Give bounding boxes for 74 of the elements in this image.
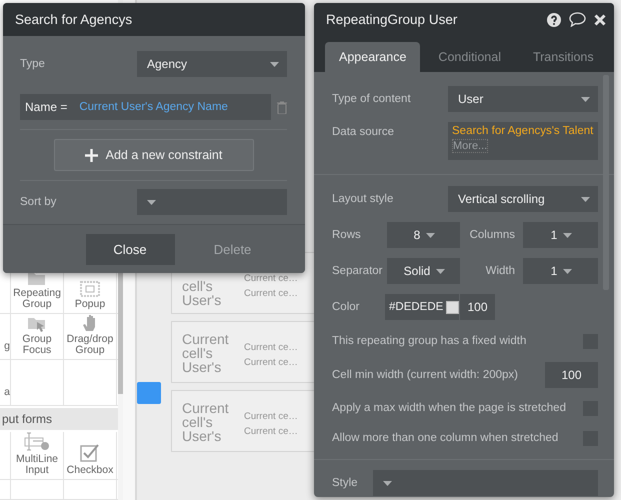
element-handle[interactable] xyxy=(137,382,161,404)
dialog-title: Search for Agencys xyxy=(15,12,134,27)
field-label: Cell min width (current width: 200px) xyxy=(332,369,518,381)
element-item[interactable]: Drag/drop Group xyxy=(64,314,116,356)
tab[interactable]: Appearance xyxy=(325,42,420,72)
caret-icon xyxy=(436,268,446,274)
color-swatch[interactable] xyxy=(446,300,459,314)
checkbox-label: Apply a max width when the page is stretched xyxy=(332,402,566,414)
field-label: Columns xyxy=(470,229,515,241)
element-item[interactable]: MultiLine Input xyxy=(11,432,63,476)
element-item[interactable]: Repeating Group xyxy=(11,270,63,310)
popup-icon xyxy=(80,280,100,297)
caret-icon xyxy=(581,96,590,102)
caret-icon xyxy=(563,268,572,274)
tab[interactable]: Transitions xyxy=(518,42,608,72)
checkbox-label: This repeating group has a fixed width xyxy=(332,335,526,347)
close-icon[interactable] xyxy=(594,14,606,26)
type-dropdown[interactable]: Agency xyxy=(137,51,287,77)
element-item[interactable]: Checkbox xyxy=(66,443,114,476)
cell-title: cell's User's xyxy=(182,277,222,310)
caret-icon xyxy=(270,62,279,66)
dropdown[interactable]: 1 xyxy=(523,222,598,248)
caret-icon xyxy=(581,196,590,202)
dropdown[interactable]: User xyxy=(448,86,598,112)
checkbox-label: Allow more than one column when stretched xyxy=(332,432,558,444)
element-label: a xyxy=(4,386,10,398)
cell-text: Current ce… xyxy=(244,342,298,353)
panel-title: RepeatingGroup User xyxy=(326,12,458,27)
field-label: Type xyxy=(20,58,45,70)
dropdown[interactable]: Vertical scrolling xyxy=(448,186,598,212)
hand-icon xyxy=(82,314,98,332)
field-label: Width xyxy=(486,265,515,277)
section-header[interactable]: put forms xyxy=(0,408,118,430)
opacity-field[interactable]: 100 xyxy=(460,294,495,320)
caret-icon xyxy=(383,480,392,486)
field-label: Sort by xyxy=(20,196,56,208)
element-item[interactable]: Group Focus xyxy=(11,316,63,356)
cell-text: Current ce… xyxy=(244,288,298,299)
element-item[interactable]: Popup xyxy=(74,280,106,310)
caret-icon xyxy=(426,232,436,238)
multiline-input-icon xyxy=(24,432,50,452)
comment-icon[interactable] xyxy=(569,12,586,27)
field-label: Color xyxy=(332,301,360,313)
cell-text: Current ce… xyxy=(244,357,298,368)
sort-dropdown[interactable] xyxy=(137,189,287,215)
field-label: Layout style xyxy=(332,193,394,205)
cell-text: Current ce… xyxy=(244,273,298,284)
folder-cursor-icon xyxy=(27,316,47,332)
caret-icon xyxy=(147,200,156,204)
color-field[interactable]: #DEDEDE xyxy=(385,294,459,320)
checkbox-icon xyxy=(80,443,100,464)
add-constraint-button[interactable]: Add a new constraint xyxy=(54,139,254,171)
dropdown[interactable] xyxy=(373,470,598,496)
cell-text: Current ce… xyxy=(244,411,298,422)
dropdown[interactable]: 1 xyxy=(523,258,598,284)
data-source-field[interactable]: Search for Agencys's Talent More... xyxy=(448,122,598,160)
help-icon[interactable] xyxy=(547,12,561,26)
constraint-field[interactable]: Name = Current User's Agency Name xyxy=(20,94,271,120)
field-label: Type of content xyxy=(332,93,411,105)
cell-text: Current ce… xyxy=(244,426,298,437)
element-label: g xyxy=(4,340,10,352)
dropdown[interactable]: 8 xyxy=(387,222,460,248)
field-label: Style xyxy=(332,477,358,489)
plus-icon xyxy=(84,148,98,162)
caret-icon xyxy=(563,232,572,238)
cell-title: Current cell's User's xyxy=(182,330,230,377)
tab[interactable]: Conditional xyxy=(424,42,515,72)
trash-icon[interactable] xyxy=(277,100,287,114)
close-button[interactable]: Close xyxy=(86,234,174,264)
field-label: Data source xyxy=(332,126,394,138)
field-label: Rows xyxy=(332,229,362,241)
number-field[interactable]: 100 xyxy=(545,362,598,388)
dropdown[interactable]: Solid xyxy=(387,258,460,284)
cell-title: Current cell's User's xyxy=(182,399,230,446)
